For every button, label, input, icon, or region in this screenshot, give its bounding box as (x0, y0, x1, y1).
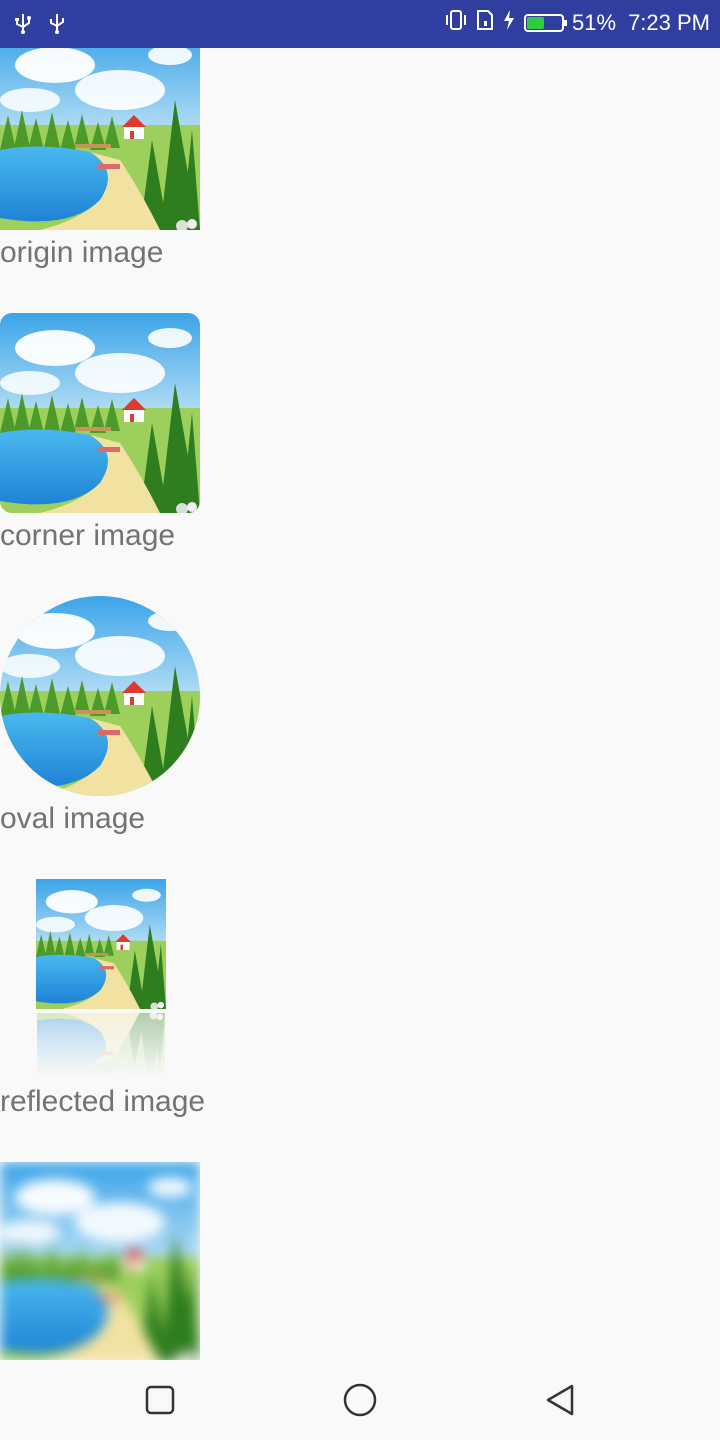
image-list[interactable]: origin image corner image oval image ref… (0, 48, 720, 1360)
recents-square-icon[interactable] (140, 1380, 180, 1420)
blurred-image (0, 1162, 200, 1360)
battery-icon (524, 14, 568, 32)
sim-icon (476, 9, 494, 37)
status-bar: 51% 7:23 PM (0, 0, 720, 48)
navigation-bar (0, 1360, 720, 1440)
corner-image (0, 313, 200, 513)
origin-image-caption: origin image (0, 236, 164, 269)
battery-percent: 51% (572, 10, 617, 35)
battery-level-fill (527, 17, 545, 29)
charging-icon (502, 9, 516, 37)
usb-icon (12, 12, 34, 39)
origin-image (0, 48, 200, 230)
clock: 7:23 PM (628, 10, 710, 35)
home-circle-icon[interactable] (340, 1380, 380, 1420)
corner-image-caption: corner image (0, 519, 176, 552)
reflected-image-caption: reflected image (0, 1085, 206, 1118)
back-triangle-icon[interactable] (540, 1380, 580, 1420)
vibrate-icon (444, 9, 468, 37)
oval-image-caption: oval image (0, 802, 146, 835)
usb-icon (46, 12, 68, 39)
reflected-image (36, 879, 166, 1009)
oval-image (0, 596, 200, 796)
reflection (36, 1013, 166, 1077)
